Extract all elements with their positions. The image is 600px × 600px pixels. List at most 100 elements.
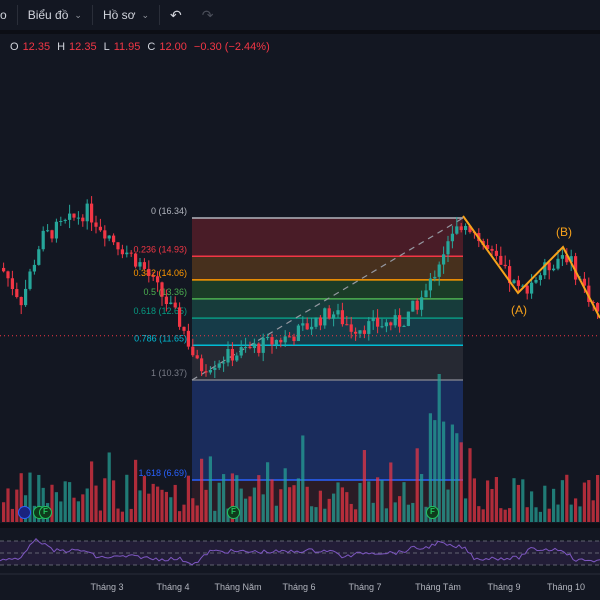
volume-bar [596,475,600,522]
wave-label-a: (A) [511,303,527,317]
candle [46,230,50,232]
event-marker-f[interactable]: F [39,506,52,519]
volume-bar [147,493,151,522]
volume-bar [120,511,124,522]
volume-bar [512,478,516,522]
candle [10,278,14,290]
volume-bar [6,488,10,522]
candle [327,308,331,319]
volume-bar [380,480,384,522]
price-chart[interactable]: 0 (16.34) 0.236 (14.93) 0.382 (14.06) 0.5 (… [0,0,600,600]
volume-bar [574,498,578,522]
candle [411,300,415,312]
volume-bar [340,487,344,522]
fib-level-label: 1 (10.37) [151,368,187,378]
volume-bar [468,448,472,522]
volume-bar [283,468,287,522]
volume-bar [116,508,120,522]
event-marker-dividend[interactable] [18,506,31,519]
candle [464,225,468,231]
volume-bar [112,480,116,522]
volume-bar [222,474,226,522]
candle [173,302,177,308]
fib-level-label: 0.236 (14.93) [133,244,187,254]
fib-level-label: 0.786 (11.65) [134,333,187,343]
candle [37,249,41,265]
event-marker-f[interactable]: F [227,506,240,519]
volume-bar [534,507,538,522]
candle [415,300,419,310]
volume-bar [68,482,72,522]
candle [442,254,446,265]
volume-bar [134,459,138,522]
candle [160,282,164,297]
candle [354,331,358,334]
volume-bar [420,474,424,522]
volume-bar [164,491,168,522]
candle [560,255,564,259]
fib-zone [192,380,463,480]
volume-bar [446,489,450,522]
volume-bar [305,486,309,522]
volume-bar [10,508,14,522]
candle [230,349,234,361]
volume-bar [402,482,406,522]
volume-bar [503,509,507,522]
volume-bar [582,482,586,522]
candle [340,310,344,325]
volume-bar [437,374,441,522]
candle [248,346,252,349]
candle [204,371,208,373]
fib-level-label: 0 (16.34) [151,206,187,216]
candle [301,323,305,326]
fib-zone [192,279,463,299]
candle [15,289,19,298]
volume-bar [292,485,296,522]
volume-bar [354,509,358,522]
volume-bar [2,502,6,522]
candle [90,203,94,223]
candle [178,307,182,327]
volume-bar [310,506,314,522]
volume-bar [213,510,217,522]
volume-bar [169,497,173,522]
volume-bar [508,508,512,522]
candle [516,280,520,286]
candle [292,336,296,342]
candle [266,337,270,339]
candle [226,349,230,363]
candle [538,275,542,280]
volume-bar [591,500,595,522]
candle [446,241,450,255]
volume-bar [257,475,261,522]
candle [371,317,375,322]
event-marker-f[interactable]: F [426,506,439,519]
candle [107,235,111,239]
candle [164,296,168,305]
candle [156,276,160,283]
volume-bar [217,482,221,522]
candle [406,311,410,326]
time-axis-label: Tháng 6 [282,582,316,592]
volume-bar [521,479,525,522]
volume-bar [565,474,569,522]
candle [398,315,402,327]
volume-bar [98,510,102,522]
volume-bar [239,488,243,522]
volume-bar [323,508,327,522]
candle [512,280,516,284]
candle [112,235,116,243]
volume-bar [332,493,336,522]
candle [525,285,529,294]
candle [72,213,76,218]
candle [530,282,534,294]
volume-bar [314,507,318,522]
volume-bar [191,498,195,522]
candle [362,330,366,334]
elliott-wave-line [462,215,600,319]
candle [85,203,89,222]
candle [125,252,129,255]
volume-bar [208,456,212,522]
candle [63,219,67,221]
volume-bar [358,483,362,522]
